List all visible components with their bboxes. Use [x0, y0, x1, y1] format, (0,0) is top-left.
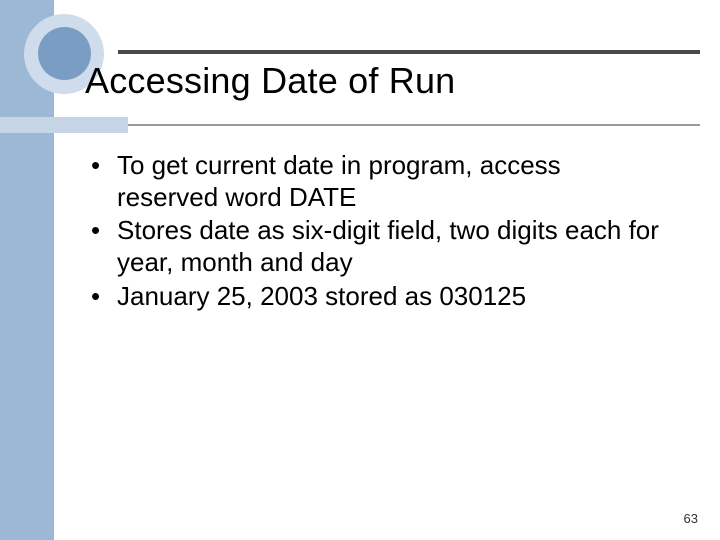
slide-body: To get current date in program, access r…: [85, 150, 665, 315]
decor-circle-inner: [38, 27, 91, 80]
page-number: 63: [684, 511, 698, 526]
bullet-item: January 25, 2003 stored as 030125: [85, 281, 665, 313]
slide-title: Accessing Date of Run: [85, 60, 455, 102]
bullet-item: Stores date as six-digit field, two digi…: [85, 215, 665, 278]
bullet-list: To get current date in program, access r…: [85, 150, 665, 313]
accent-bar: [0, 117, 128, 133]
title-top-rule: [118, 50, 700, 54]
title-underline: [54, 124, 700, 126]
bullet-item: To get current date in program, access r…: [85, 150, 665, 213]
